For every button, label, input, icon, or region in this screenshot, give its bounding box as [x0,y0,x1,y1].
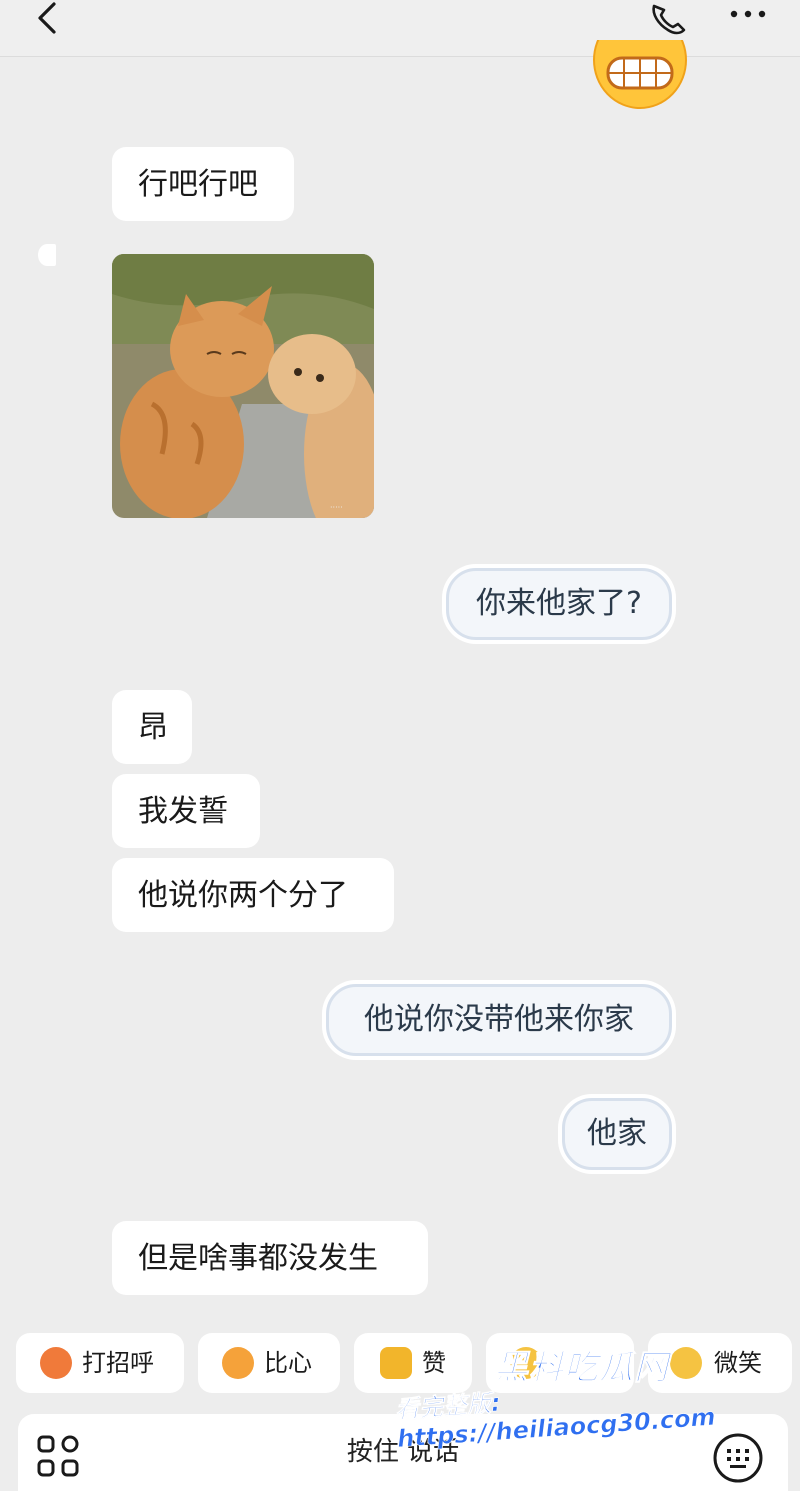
message-text: 昂 [138,710,168,745]
quick-reply-chip[interactable]: 赞 [354,1333,472,1393]
message-text: 行吧行吧 [138,167,258,202]
svg-text:·····: ····· [330,503,343,512]
message-bubble[interactable]: 他说你两个分了 [112,858,394,932]
chip-label: 打招呼 [82,1349,154,1377]
quick-reply-chip[interactable]: 比心 [198,1333,340,1393]
message-text: 但是啥事都没发生 [138,1241,378,1276]
more-horizontal-icon[interactable] [724,0,772,30]
message-bubble[interactable]: 昂 [112,690,192,764]
thumbs-up-icon [380,1347,412,1379]
message-text: 他说你两个分了 [138,878,348,913]
chip-label: 赞 [422,1349,446,1377]
wave-emoji-icon [40,1347,72,1379]
sender-avatar-fragment [38,244,56,266]
grinning-emoji-sticker [593,40,687,109]
heart-hands-emoji-icon [222,1347,254,1379]
sticker-text: 他家 [587,1116,647,1151]
sticker-text: 他说你没带他来你家 [364,1002,634,1037]
phone-icon[interactable] [646,0,692,40]
sticker-text: 你来他家了? [476,586,642,621]
quick-reply-chip[interactable]: 打招呼 [16,1333,184,1393]
keyboard-icon[interactable] [712,1432,764,1484]
message-text: 我发誓 [138,794,228,829]
message-bubble[interactable]: 但是啥事都没发生 [112,1221,428,1295]
message-bubble[interactable]: 我发誓 [112,774,260,848]
message-image[interactable]: ····· [112,254,374,518]
sticker-message[interactable]: 他家 [562,1098,672,1170]
sticker-message[interactable]: 他说你没带他来你家 [326,984,672,1056]
sticker-message[interactable]: 你来他家了? [446,568,672,640]
chip-label: 比心 [264,1349,312,1377]
chevron-left-icon[interactable] [28,0,68,40]
message-bubble[interactable]: 行吧行吧 [112,147,294,221]
cats-photo: ····· [112,254,374,518]
